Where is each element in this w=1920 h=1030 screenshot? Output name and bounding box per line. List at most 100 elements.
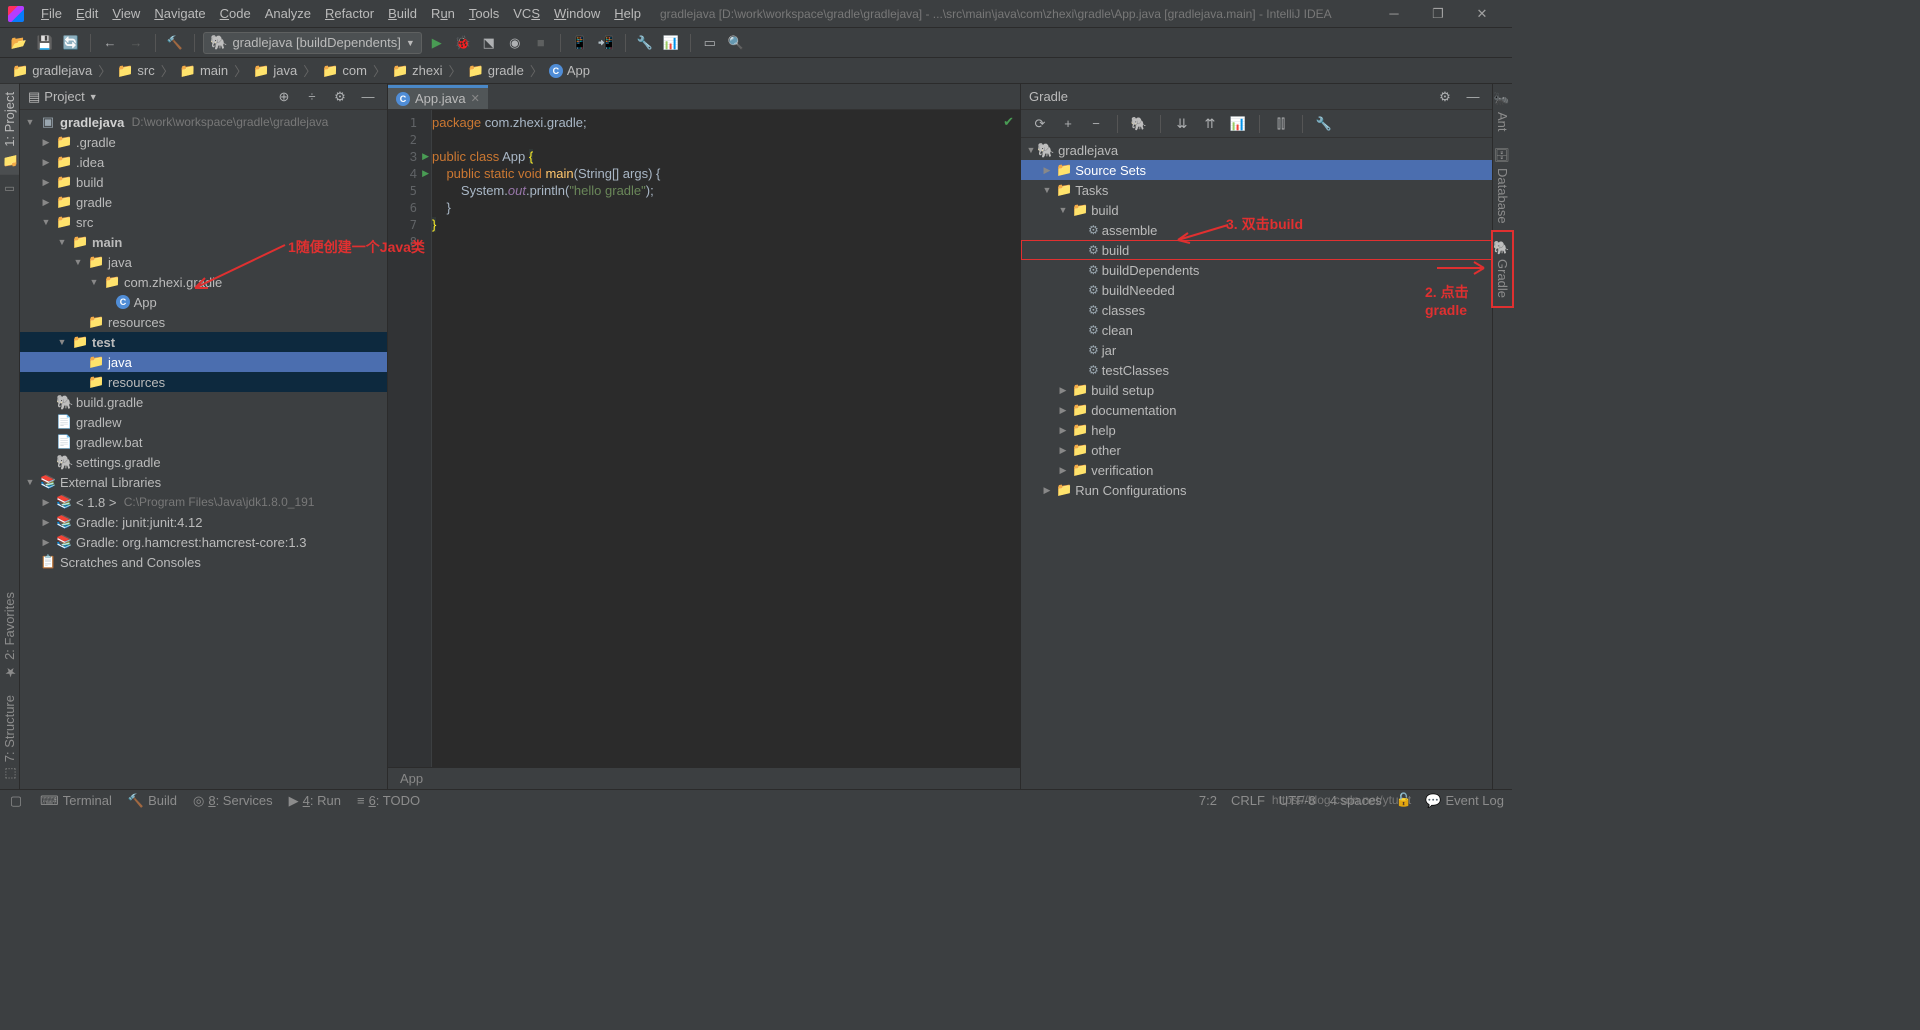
run-button[interactable]: ▶	[426, 32, 448, 54]
gradle-tool-window: Gradle ⚙ — ⟳ + − 🐘 ⇊ ⇈ 📊 ⫿⫿ 🔧 ▼🐘 gradlej…	[1020, 84, 1492, 789]
menu-build[interactable]: Build	[381, 4, 424, 23]
attach-button[interactable]: 📱	[569, 32, 591, 54]
status-run[interactable]: ▶4: Run	[289, 793, 341, 809]
gradle-settings-button[interactable]: ⚙	[1434, 86, 1456, 108]
gradle-refresh-button[interactable]: ⟳	[1029, 113, 1051, 135]
menu-code[interactable]: Code	[213, 4, 258, 23]
code-editor[interactable]: package com.zhexi.gradle; public class A…	[432, 110, 1020, 767]
left-tool-gutter: 📁1: Project ▭ ★2: Favorites ⬚7: Structur…	[0, 84, 20, 789]
gradle-collapse-button[interactable]: ⇈	[1199, 113, 1221, 135]
crumb-src[interactable]: 📁src	[113, 61, 159, 81]
editor-breadcrumb[interactable]: App	[388, 767, 1020, 789]
status-todo[interactable]: ≡6: TODO	[357, 793, 420, 808]
line-separator[interactable]: CRLF	[1231, 793, 1265, 808]
menu-analyze[interactable]: Analyze	[258, 4, 318, 23]
search-button[interactable]: 🔍	[725, 32, 747, 54]
open-button[interactable]: 📂	[8, 32, 30, 54]
panel-settings-button[interactable]: ⚙	[329, 86, 351, 108]
build-button[interactable]: 🔨	[164, 32, 186, 54]
gradle-task-build[interactable]: ⚙build	[1021, 240, 1492, 260]
gradle-panel-title: Gradle	[1029, 89, 1068, 104]
coverage-button[interactable]: ⬔	[478, 32, 500, 54]
tree-app-class[interactable]: C App	[20, 292, 387, 312]
status-event-log[interactable]: 💬Event Log	[1425, 793, 1504, 809]
gradle-execute-button[interactable]: 🐘	[1128, 113, 1150, 135]
menu-file[interactable]: File	[34, 4, 69, 23]
editor-tab-app[interactable]: C App.java ✕	[388, 85, 488, 109]
status-terminal[interactable]: ⌨Terminal	[40, 793, 112, 809]
avd-button[interactable]: 📲	[595, 32, 617, 54]
stop-button[interactable]: ■	[530, 32, 552, 54]
gradle-offline-button[interactable]: ⫿⫿	[1270, 113, 1292, 135]
crumb-project[interactable]: 📁gradlejava	[8, 61, 96, 81]
run-configuration-selector[interactable]: 🐘 gradlejava [buildDependents] ▼	[203, 32, 422, 54]
tool-tab-project[interactable]: 📁1: Project	[0, 84, 19, 175]
expand-all-button[interactable]: ÷	[301, 86, 323, 108]
menu-help[interactable]: Help	[607, 4, 648, 23]
lock-icon[interactable]: 🔓	[1396, 792, 1412, 808]
gradle-remove-button[interactable]: −	[1085, 113, 1107, 135]
project-structure-button[interactable]: 📊	[660, 32, 682, 54]
forward-button[interactable]: →	[125, 32, 147, 54]
project-tree[interactable]: ▼▣gradlejava D:\work\workspace\gradle\gr…	[20, 110, 387, 789]
window-close[interactable]: ✕	[1460, 0, 1504, 28]
gradle-tree[interactable]: ▼🐘 gradlejava ▶📁Source Sets ▼📁Tasks ▼📁bu…	[1021, 138, 1492, 789]
indent[interactable]: 4 spaces	[1330, 793, 1382, 808]
tree-test-java[interactable]: 📁java	[20, 352, 387, 372]
gradle-expand-button[interactable]: ⇊	[1171, 113, 1193, 135]
encoding[interactable]: UTF-8	[1279, 793, 1316, 808]
save-button[interactable]: 💾	[34, 32, 56, 54]
gradle-wrench-button[interactable]: 🔧	[1313, 113, 1335, 135]
sdk-button[interactable]: ▭	[699, 32, 721, 54]
crumb-com[interactable]: 📁com	[318, 61, 371, 81]
close-tab-icon[interactable]: ✕	[471, 92, 480, 105]
tool-tab-favorites[interactable]: ★2: Favorites	[0, 584, 19, 687]
menu-refactor[interactable]: Refactor	[318, 4, 381, 23]
gradle-source-sets[interactable]: ▶📁Source Sets	[1021, 160, 1492, 180]
menu-run[interactable]: Run	[424, 4, 462, 23]
window-minimize[interactable]: ─	[1372, 0, 1416, 28]
tool-tab-empty[interactable]: ▭	[0, 175, 19, 204]
idea-logo-icon	[8, 6, 24, 22]
title-bar: File Edit View Navigate Code Analyze Ref…	[0, 0, 1512, 28]
tool-window-toggle[interactable]: ▢	[8, 793, 24, 809]
navigation-bar: 📁gradlejava〉 📁src〉 📁main〉 📁java〉 📁com〉 📁…	[0, 58, 1512, 84]
tool-tab-ant[interactable]: 🐜Ant	[1493, 84, 1512, 139]
status-services[interactable]: ◎8: Services	[193, 793, 273, 809]
back-button[interactable]: ←	[99, 32, 121, 54]
class-icon: C	[396, 92, 410, 106]
profile-button[interactable]: ◉	[504, 32, 526, 54]
crumb-zhexi[interactable]: 📁zhexi	[388, 61, 447, 81]
run-marker-icon[interactable]: ▶	[422, 151, 429, 162]
project-view-selector[interactable]: ▤Project▼	[28, 89, 98, 105]
crumb-main[interactable]: 📁main	[176, 61, 232, 81]
window-maximize[interactable]: ❐	[1416, 0, 1460, 28]
gradle-add-button[interactable]: +	[1057, 113, 1079, 135]
crumb-gradle[interactable]: 📁gradle	[464, 61, 528, 81]
crumb-app[interactable]: CApp	[545, 61, 594, 80]
gear-icon: ⚙	[1088, 243, 1099, 257]
status-build[interactable]: 🔨Build	[128, 793, 177, 809]
menu-tools[interactable]: Tools	[462, 4, 506, 23]
menu-navigate[interactable]: Navigate	[147, 4, 212, 23]
editor-gutter[interactable]: 1 2 3▶ 4▶ 5 6 7 8	[388, 110, 432, 767]
tool-tab-database[interactable]: 🗄Database	[1493, 139, 1512, 231]
tool-tab-gradle[interactable]: 🐘Gradle	[1493, 232, 1512, 307]
gradle-dependencies-button[interactable]: 📊	[1227, 113, 1249, 135]
cursor-position[interactable]: 7:2	[1199, 793, 1217, 808]
crumb-java[interactable]: 📁java	[249, 61, 301, 81]
gradle-hide-button[interactable]: —	[1462, 86, 1484, 108]
menu-view[interactable]: View	[105, 4, 147, 23]
menu-edit[interactable]: Edit	[69, 4, 105, 23]
tool-tab-structure[interactable]: ⬚7: Structure	[0, 687, 19, 789]
gradle-toolbar: ⟳ + − 🐘 ⇊ ⇈ 📊 ⫿⫿ 🔧	[1021, 110, 1492, 138]
select-opened-file-button[interactable]: ⊕	[273, 86, 295, 108]
sync-button[interactable]: 🔄	[60, 32, 82, 54]
panel-hide-button[interactable]: —	[357, 86, 379, 108]
menu-window[interactable]: Window	[547, 4, 607, 23]
menu-vcs[interactable]: VCS	[506, 4, 547, 23]
inspection-ok-icon[interactable]: ✔	[1003, 114, 1014, 130]
run-marker-icon[interactable]: ▶	[422, 168, 429, 179]
debug-button[interactable]: 🐞	[452, 32, 474, 54]
settings-wrench-icon[interactable]: 🔧	[634, 32, 656, 54]
